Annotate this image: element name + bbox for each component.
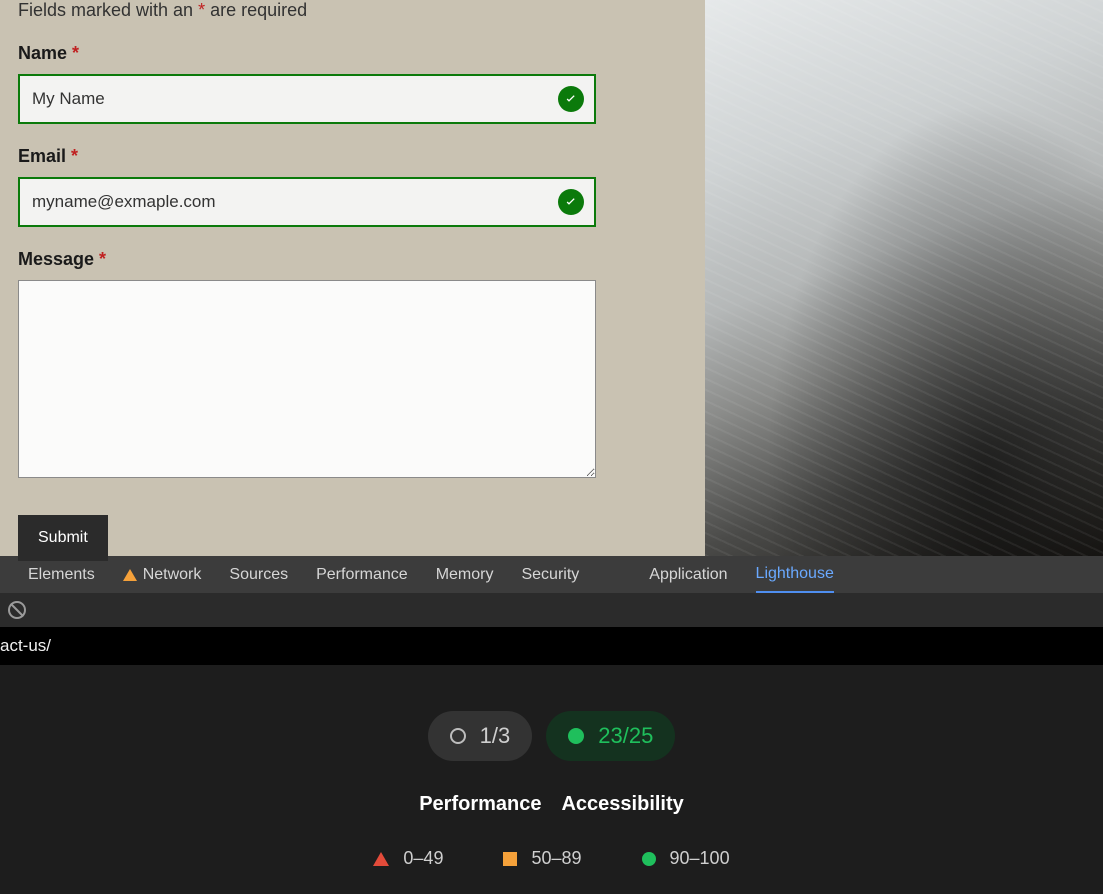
tab-memory[interactable]: Memory <box>436 558 494 592</box>
lighthouse-report: 1/3 23/25 Performance Accessibility 0–49… <box>0 665 1103 869</box>
report-url-fragment: act-us/ <box>0 636 51 656</box>
asterisk-icon: * <box>99 249 106 269</box>
name-label: Name * <box>18 43 687 64</box>
legend-low-label: 0–49 <box>403 848 443 869</box>
legend-mid-label: 50–89 <box>531 848 581 869</box>
submit-button[interactable]: Submit <box>18 515 108 561</box>
email-label-text: Email <box>18 146 71 166</box>
score-pill-accessibility[interactable]: 23/25 <box>546 711 675 761</box>
valid-check-icon <box>558 189 584 215</box>
circle-outline-icon <box>450 728 466 744</box>
clear-icon[interactable] <box>8 601 26 619</box>
required-note-post: are required <box>205 0 307 20</box>
category-labels: Performance Accessibility <box>419 793 684 816</box>
name-label-text: Name <box>18 43 72 63</box>
legend-high-label: 90–100 <box>670 848 730 869</box>
devtools-panel: Elements Network Sources Performance Mem… <box>0 556 1103 894</box>
tab-lighthouse[interactable]: Lighthouse <box>756 557 834 593</box>
email-input-wrap <box>18 177 596 227</box>
email-input[interactable] <box>18 177 596 227</box>
triangle-red-icon <box>373 852 389 866</box>
square-orange-icon <box>503 852 517 866</box>
asterisk-icon: * <box>72 43 79 63</box>
name-input-wrap <box>18 74 596 124</box>
category-accessibility: Accessibility <box>561 793 683 816</box>
score-pill-performance[interactable]: 1/3 <box>428 711 533 761</box>
report-url-bar: act-us/ <box>0 627 1103 665</box>
score-pill-performance-value: 1/3 <box>480 723 511 749</box>
message-label-text: Message <box>18 249 99 269</box>
tab-performance[interactable]: Performance <box>316 558 408 592</box>
score-pill-accessibility-value: 23/25 <box>598 723 653 749</box>
legend-high: 90–100 <box>642 848 730 869</box>
tab-network[interactable]: Network <box>123 558 202 592</box>
name-input[interactable] <box>18 74 596 124</box>
required-fields-note: Fields marked with an * are required <box>18 0 687 21</box>
circle-filled-icon <box>568 728 584 744</box>
tab-security[interactable]: Security <box>521 558 579 592</box>
warning-triangle-icon <box>123 569 137 581</box>
legend-low: 0–49 <box>373 848 443 869</box>
tab-application[interactable]: Application <box>649 558 727 592</box>
score-pills: 1/3 23/25 <box>428 711 676 761</box>
message-textarea[interactable] <box>18 280 596 478</box>
circle-green-icon <box>642 852 656 866</box>
legend-mid: 50–89 <box>503 848 581 869</box>
valid-check-icon <box>558 86 584 112</box>
score-legend: 0–49 50–89 90–100 <box>373 848 729 869</box>
tab-sources[interactable]: Sources <box>229 558 288 592</box>
devtools-tabstrip: Elements Network Sources Performance Mem… <box>0 556 1103 593</box>
tab-network-label: Network <box>143 566 202 584</box>
page-content: Fields marked with an * are required Nam… <box>0 0 1103 556</box>
email-label: Email * <box>18 146 687 167</box>
message-label: Message * <box>18 249 687 270</box>
required-note-pre: Fields marked with an <box>18 0 198 20</box>
asterisk-icon: * <box>71 146 78 166</box>
hero-image <box>705 0 1103 556</box>
category-performance: Performance <box>419 793 541 816</box>
contact-form: Fields marked with an * are required Nam… <box>0 0 705 556</box>
lighthouse-toolbar <box>0 593 1103 627</box>
tab-elements[interactable]: Elements <box>28 558 95 592</box>
